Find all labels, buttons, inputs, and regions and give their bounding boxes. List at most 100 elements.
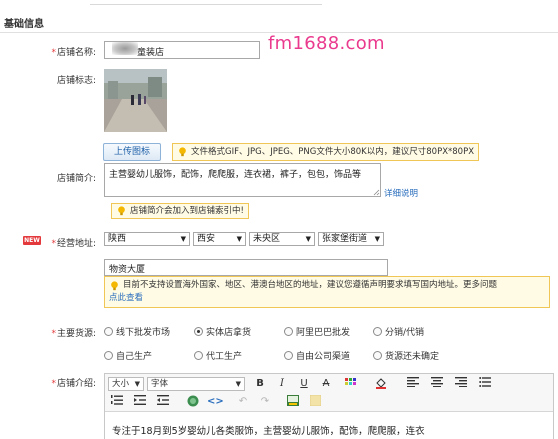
store-intro-label: 店铺简介:	[56, 174, 96, 184]
supply-label-text: 主要货源:	[56, 329, 96, 339]
lightbulb-icon	[179, 147, 186, 157]
store-desc-label-text: 店铺介绍:	[56, 379, 96, 389]
city-value: 西安	[197, 234, 216, 244]
align-left-icon[interactable]	[405, 377, 421, 391]
store-name-label: *店铺名称:	[51, 45, 96, 58]
supply-option-label: 线下批发市场	[116, 328, 171, 338]
supply-option-label: 代工生产	[206, 352, 243, 362]
required-mark: *	[51, 48, 56, 58]
logo-format-tip: 文件格式GIF、JPG、JPEG、PNG文件大小80K以内，建议尺寸80PX*8…	[172, 143, 480, 161]
address-tip-text: 目前不支持设置海外国家、地区、港澳台地区的地址，建议您遵循声明要求填写国内地址。…	[123, 280, 498, 290]
city-select[interactable]: 西安 ▼	[193, 232, 246, 246]
store-logo-label: 店铺标志:	[56, 76, 96, 86]
ordered-list-icon[interactable]	[109, 395, 125, 409]
supply-option-label: 货源还未确定	[385, 352, 440, 362]
supply-option-offline-market[interactable]: 线下批发市场	[104, 325, 170, 338]
chevron-down-icon: ▼	[235, 380, 241, 388]
font-family-select[interactable]: 字体 ▼	[147, 377, 245, 391]
clear-format-icon[interactable]	[307, 394, 323, 409]
address-label: *经营地址:	[51, 236, 96, 249]
supply-option-undecided[interactable]: 货源还未确定	[373, 349, 439, 362]
supply-option-label: 分销/代销	[385, 328, 425, 338]
logo-format-tip-text: 文件格式GIF、JPG、JPEG、PNG文件大小80K以内，建议尺寸80PX*8…	[191, 147, 475, 157]
district-select[interactable]: 未央区 ▼	[249, 232, 315, 246]
store-name-label-text: 店铺名称:	[56, 48, 96, 58]
supply-option-label: 阿里巴巴批发	[296, 328, 351, 338]
font-size-value: 大小	[112, 379, 130, 389]
watermark-text: fm1688.com	[268, 33, 385, 54]
intro-index-tip-text: 店铺简介会加入到店铺索引中!	[130, 206, 244, 216]
radio-icon	[284, 327, 293, 336]
supply-option-physical-store[interactable]: 实体店拿货	[194, 325, 251, 338]
supply-option-label: 实体店拿货	[206, 328, 252, 338]
table-color-icon[interactable]	[343, 377, 359, 391]
radio-selected-icon	[194, 327, 203, 336]
section-title: 基础信息	[4, 19, 44, 30]
italic-icon[interactable]: I	[274, 377, 290, 391]
required-mark: *	[51, 379, 56, 389]
address-tip-link[interactable]: 点此查看	[109, 293, 143, 303]
insert-media-icon[interactable]	[285, 395, 301, 409]
radio-icon	[104, 327, 113, 336]
supply-label: *主要货源:	[51, 326, 96, 339]
font-size-select[interactable]: 大小 ▼	[108, 377, 144, 391]
chevron-down-icon: ▼	[305, 235, 311, 243]
outdent-icon[interactable]	[155, 395, 171, 409]
redo-icon[interactable]: ↷	[257, 395, 273, 409]
store-logo-image	[104, 69, 167, 132]
address-label-text: 经营地址:	[56, 239, 96, 249]
supply-option-oem[interactable]: 代工生产	[194, 349, 242, 362]
chevron-down-icon: ▼	[180, 235, 186, 243]
redacted-blur	[112, 42, 138, 55]
radio-icon	[194, 351, 203, 360]
store-desc-label: *店铺介绍:	[51, 376, 96, 389]
unordered-list-icon[interactable]	[477, 377, 493, 391]
undo-icon[interactable]: ↶	[235, 395, 251, 409]
lightbulb-icon	[111, 281, 118, 291]
upload-icon-button[interactable]: 上传图标	[103, 143, 161, 161]
supply-option-company-channel[interactable]: 自由公司渠道	[284, 349, 350, 362]
lightbulb-icon	[118, 206, 125, 216]
street-value: 张家堡街道	[322, 234, 368, 244]
align-right-icon[interactable]	[453, 377, 469, 391]
detail-link[interactable]: 详细说明	[384, 187, 418, 199]
store-intro-textarea[interactable]: 主营婴幼儿服饰，配饰，爬爬服，连衣裙，裤子，包包，饰品等	[104, 163, 381, 197]
radio-icon	[284, 351, 293, 360]
rich-text-editor[interactable]: 大小 ▼ 字体 ▼ B I U A <> ↶ ↷ 专注于18月到5岁婴幼儿各类服饰，…	[104, 373, 554, 439]
editor-content: 专注于18月到5岁婴幼儿各类服饰，主营婴幼儿服饰，配饰，爬爬服，连衣	[112, 426, 425, 437]
resize-grip-icon[interactable]	[372, 188, 380, 196]
source-code-icon[interactable]: <>	[207, 395, 224, 409]
align-center-icon[interactable]	[429, 377, 445, 391]
section-divider	[0, 32, 558, 33]
insert-image-icon[interactable]	[185, 395, 201, 409]
supply-option-self-produce[interactable]: 自己生产	[104, 349, 152, 362]
supply-option-alibaba[interactable]: 阿里巴巴批发	[284, 325, 350, 338]
province-select[interactable]: 陕西 ▼	[104, 232, 190, 246]
fill-color-icon[interactable]	[373, 377, 389, 391]
strikethrough-icon[interactable]: A	[318, 377, 334, 391]
address-tip: 目前不支持设置海外国家、地区、港澳台地区的地址，建议您遵循声明要求填写国内地址。…	[104, 276, 550, 308]
radio-icon	[104, 351, 113, 360]
supply-option-distribution[interactable]: 分销/代销	[373, 325, 424, 338]
district-value: 未央区	[253, 234, 281, 244]
radio-icon	[373, 327, 382, 336]
province-value: 陕西	[108, 234, 127, 244]
top-divider	[90, 0, 322, 5]
underline-icon[interactable]: U	[296, 377, 312, 391]
chevron-down-icon: ▼	[134, 380, 140, 388]
intro-index-tip: 店铺简介会加入到店铺索引中!	[111, 203, 249, 219]
required-mark: *	[51, 329, 56, 339]
chevron-down-icon: ▼	[236, 235, 242, 243]
address-detail-input[interactable]: 物资大厦	[104, 259, 388, 276]
font-family-value: 字体	[151, 379, 169, 389]
indent-icon[interactable]	[132, 395, 148, 409]
supply-option-label: 自己生产	[116, 352, 153, 362]
supply-option-label: 自由公司渠道	[296, 352, 351, 362]
required-mark: *	[51, 239, 56, 249]
bold-icon[interactable]: B	[252, 377, 268, 391]
new-badge: NEW	[23, 236, 41, 245]
editor-toolbar: 大小 ▼ 字体 ▼ B I U A <> ↶ ↷	[105, 374, 553, 412]
radio-icon	[373, 351, 382, 360]
chevron-down-icon: ▼	[374, 235, 380, 243]
street-select[interactable]: 张家堡街道 ▼	[318, 232, 384, 246]
